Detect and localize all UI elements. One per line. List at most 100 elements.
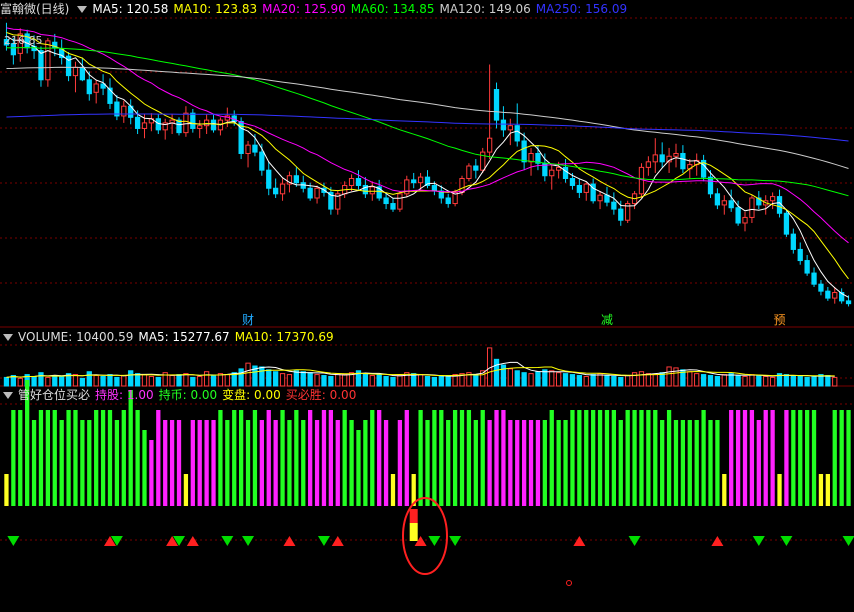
volume-bar <box>638 371 645 387</box>
position-bar <box>190 420 195 506</box>
position-bar <box>673 420 679 506</box>
volume-bar <box>797 375 803 387</box>
dropdown-icon[interactable] <box>77 6 88 13</box>
volume-bar <box>521 372 527 387</box>
position-bar <box>197 420 202 506</box>
ma-line <box>6 66 849 169</box>
volume-bar <box>93 375 99 387</box>
position-bar <box>383 420 389 506</box>
position-bar <box>390 474 396 506</box>
volume-bar <box>804 376 810 387</box>
volume-bar <box>556 372 562 387</box>
position-bar <box>611 410 617 506</box>
dropdown-icon[interactable] <box>3 392 13 399</box>
position-bar <box>218 410 223 506</box>
candle <box>597 194 603 202</box>
volume-bar <box>141 374 148 387</box>
volume-bar <box>576 375 582 387</box>
position-bar <box>839 410 844 506</box>
volume-bar <box>3 376 10 387</box>
volume-bar <box>72 374 79 387</box>
candle <box>783 212 790 235</box>
buy-marker <box>711 536 724 546</box>
position-bar <box>404 410 409 506</box>
volume-bar <box>666 366 672 387</box>
candle <box>266 169 272 189</box>
position-bar <box>439 410 444 506</box>
buy-signal-column <box>409 523 418 541</box>
position-bar <box>515 420 520 506</box>
position-bar <box>114 420 120 506</box>
volume-bar <box>273 371 279 387</box>
candle <box>638 166 645 195</box>
position-bar <box>777 474 782 506</box>
volume-ma-legend-item: MA10: 17370.69 <box>234 330 334 344</box>
volume-bar <box>438 375 444 387</box>
position-bar <box>646 410 651 506</box>
position-bar <box>480 410 485 506</box>
volume-bar <box>183 373 189 387</box>
position-bar <box>749 410 755 506</box>
candle <box>569 178 576 186</box>
position-bar <box>163 420 168 506</box>
candle <box>383 197 389 205</box>
position-bar <box>156 410 161 506</box>
position-bar <box>501 410 506 506</box>
volume-bar <box>390 376 396 387</box>
volume-bar <box>107 374 113 387</box>
position-bar <box>52 410 57 506</box>
position-bar <box>94 410 99 506</box>
volume-bar <box>169 375 175 387</box>
candle <box>514 125 520 142</box>
position-bar <box>183 474 189 506</box>
position-legend-item: 持股: 1.00 <box>95 388 154 402</box>
candle <box>203 119 210 127</box>
candle <box>79 66 86 81</box>
volume-bar <box>17 377 23 387</box>
position-bar <box>121 410 126 506</box>
position-bar <box>176 420 182 506</box>
position-bar <box>66 410 71 506</box>
volume-bar <box>86 371 92 387</box>
position-bar <box>59 420 64 506</box>
position-bar <box>846 410 851 506</box>
volume-bar <box>52 375 58 387</box>
position-bar <box>287 420 292 506</box>
candle <box>210 119 217 131</box>
candle <box>38 50 44 81</box>
position-bar <box>618 420 623 506</box>
high-price-label: 216.85 <box>4 34 43 47</box>
position-bar <box>349 420 354 506</box>
candle <box>562 166 569 180</box>
position-bar <box>660 420 665 506</box>
position-bar <box>335 420 340 506</box>
small-red-dot <box>566 580 572 586</box>
ma-legend-item: MA120: 149.06 <box>439 2 531 16</box>
volume-bar <box>321 375 327 387</box>
position-bar <box>308 410 313 506</box>
candle <box>141 122 148 129</box>
candle <box>797 248 803 262</box>
candle <box>521 140 527 163</box>
position-bar <box>804 410 810 506</box>
volume-bar <box>259 366 265 387</box>
candle <box>279 183 286 195</box>
candle <box>397 193 403 210</box>
position-bar <box>100 410 106 506</box>
position-bar <box>521 420 527 506</box>
position-bar <box>729 410 734 506</box>
volume-bar <box>397 375 403 387</box>
position-bar <box>204 420 209 506</box>
position-title: 管好仓位买必 <box>18 388 91 402</box>
stock-title[interactable]: 富翰微(日线) <box>0 2 69 16</box>
volume-bar <box>569 374 576 387</box>
candle <box>355 178 362 186</box>
candle <box>190 112 196 129</box>
volume-bar <box>714 375 721 387</box>
candle <box>273 187 279 195</box>
volume-bar <box>38 372 44 387</box>
volume-bar <box>507 368 513 387</box>
volume-bar <box>549 370 555 387</box>
candle <box>507 125 513 131</box>
dropdown-icon[interactable] <box>3 334 13 341</box>
